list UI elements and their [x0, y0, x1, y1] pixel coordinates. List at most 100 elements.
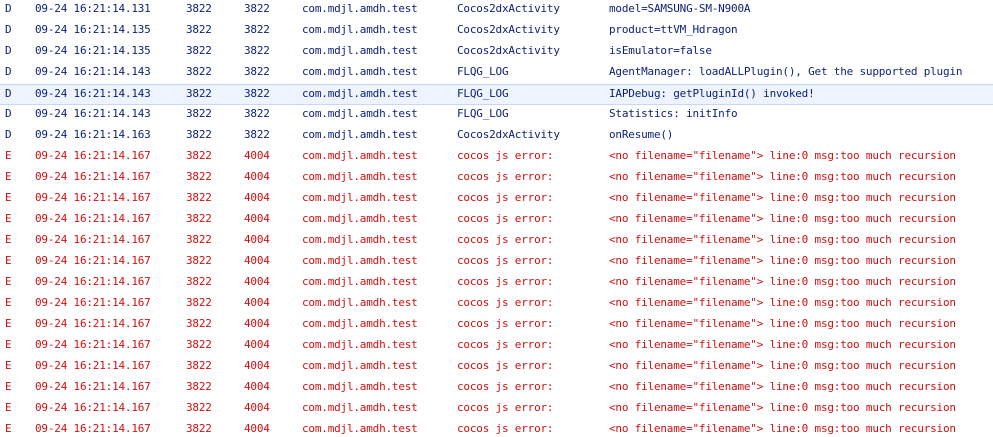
log-pid: 3822 — [186, 191, 212, 204]
log-text: <no filename="filename"> line:0 msg:too … — [609, 212, 956, 225]
log-tag: cocos js error: — [457, 422, 554, 435]
log-level: E — [5, 422, 12, 435]
log-row[interactable]: D 09-24 16:21:14.143 3822 3822 com.mdjl.amdh… — [0, 63, 993, 84]
log-pid: 3822 — [186, 23, 212, 36]
log-application: com.mdjl.amdh.test — [302, 23, 418, 36]
log-application: com.mdjl.amdh.test — [302, 170, 418, 183]
log-application: com.mdjl.amdh.test — [302, 254, 418, 267]
log-row[interactable]: D 09-24 16:21:14.143 3822 3822 com.mdjl.amdh… — [0, 105, 993, 126]
log-tid: 4004 — [244, 191, 270, 204]
log-pid: 3822 — [186, 422, 212, 435]
log-time: 09-24 16:21:14.167 — [35, 422, 151, 435]
log-tid: 3822 — [244, 107, 270, 120]
log-row[interactable]: E 09-24 16:21:14.167 3822 4004 com.mdjl.amdh… — [0, 189, 993, 210]
log-row-selected[interactable]: D 09-24 16:21:14.143 3822 3822 com.mdjl.amdh… — [0, 84, 993, 105]
log-row[interactable]: E 09-24 16:21:14.167 3822 4004 com.mdjl.amdh… — [0, 294, 993, 315]
log-level: E — [5, 296, 12, 309]
log-pid: 3822 — [186, 254, 212, 267]
log-tid: 3822 — [244, 23, 270, 36]
log-tid: 3822 — [244, 128, 270, 141]
log-pid: 3822 — [186, 2, 212, 15]
log-time: 09-24 16:21:14.167 — [35, 233, 151, 246]
log-row[interactable]: E 09-24 16:21:14.167 3822 4004 com.mdjl.amdh… — [0, 420, 993, 437]
log-level: D — [5, 65, 12, 78]
log-row[interactable]: E 09-24 16:21:14.167 3822 4004 com.mdjl.amdh… — [0, 210, 993, 231]
log-level: E — [5, 338, 12, 351]
log-tag: cocos js error: — [457, 149, 554, 162]
log-level: E — [5, 380, 12, 393]
log-application: com.mdjl.amdh.test — [302, 128, 418, 141]
log-tid: 4004 — [244, 359, 270, 372]
log-row[interactable]: E 09-24 16:21:14.167 3822 4004 com.mdjl.amdh… — [0, 168, 993, 189]
log-tid: 4004 — [244, 422, 270, 435]
log-application: com.mdjl.amdh.test — [302, 65, 418, 78]
log-text: <no filename="filename"> line:0 msg:too … — [609, 296, 956, 309]
log-pid: 3822 — [186, 275, 212, 288]
log-row[interactable]: D 09-24 16:21:14.135 3822 3822 com.mdjl.amdh… — [0, 42, 993, 63]
log-time: 09-24 16:21:14.167 — [35, 191, 151, 204]
log-application: com.mdjl.amdh.test — [302, 359, 418, 372]
log-row[interactable]: D 09-24 16:21:14.131 3822 3822 com.mdjl.amdh… — [0, 0, 993, 21]
log-text: <no filename="filename"> line:0 msg:too … — [609, 170, 956, 183]
log-level: E — [5, 233, 12, 246]
log-tid: 3822 — [244, 65, 270, 78]
log-tid: 4004 — [244, 296, 270, 309]
log-level: E — [5, 170, 12, 183]
log-tag: Cocos2dxActivity — [457, 128, 560, 141]
log-tid: 4004 — [244, 380, 270, 393]
log-tag: cocos js error: — [457, 338, 554, 351]
log-tag: cocos js error: — [457, 170, 554, 183]
logcat-message-list[interactable]: D 09-24 16:21:14.131 3822 3822 com.mdjl.amdh… — [0, 0, 993, 437]
log-level: E — [5, 212, 12, 225]
log-tag: cocos js error: — [457, 233, 554, 246]
log-text: product=ttVM_Hdragon — [609, 23, 738, 36]
log-time: 09-24 16:21:14.167 — [35, 212, 151, 225]
log-time: 09-24 16:21:14.167 — [35, 170, 151, 183]
log-application: com.mdjl.amdh.test — [302, 317, 418, 330]
log-pid: 3822 — [186, 87, 212, 100]
log-tag: cocos js error: — [457, 296, 554, 309]
log-tid: 3822 — [244, 44, 270, 57]
log-row[interactable]: D 09-24 16:21:14.163 3822 3822 com.mdjl.amdh… — [0, 126, 993, 147]
log-level: E — [5, 359, 12, 372]
log-level: E — [5, 275, 12, 288]
log-text: onResume() — [609, 128, 674, 141]
log-tag: cocos js error: — [457, 380, 554, 393]
log-text: AgentManager: loadALLPlugin(), Get the s… — [609, 65, 963, 78]
log-row[interactable]: E 09-24 16:21:14.167 3822 4004 com.mdjl.amdh… — [0, 252, 993, 273]
log-row[interactable]: E 09-24 16:21:14.167 3822 4004 com.mdjl.amdh… — [0, 336, 993, 357]
log-row[interactable]: E 09-24 16:21:14.167 3822 4004 com.mdjl.amdh… — [0, 357, 993, 378]
log-pid: 3822 — [186, 107, 212, 120]
log-application: com.mdjl.amdh.test — [302, 380, 418, 393]
log-time: 09-24 16:21:14.167 — [35, 338, 151, 351]
log-row[interactable]: E 09-24 16:21:14.167 3822 4004 com.mdjl.amdh… — [0, 147, 993, 168]
log-text: <no filename="filename"> line:0 msg:too … — [609, 254, 956, 267]
log-row[interactable]: E 09-24 16:21:14.167 3822 4004 com.mdjl.amdh… — [0, 378, 993, 399]
log-row[interactable]: E 09-24 16:21:14.167 3822 4004 com.mdjl.amdh… — [0, 231, 993, 252]
log-row[interactable]: D 09-24 16:21:14.135 3822 3822 com.mdjl.amdh… — [0, 21, 993, 42]
log-application: com.mdjl.amdh.test — [302, 275, 418, 288]
log-text: Statistics: initInfo — [609, 107, 738, 120]
log-application: com.mdjl.amdh.test — [302, 422, 418, 435]
log-application: com.mdjl.amdh.test — [302, 149, 418, 162]
log-time: 09-24 16:21:14.143 — [35, 65, 151, 78]
log-tag: Cocos2dxActivity — [457, 44, 560, 57]
log-row[interactable]: E 09-24 16:21:14.167 3822 4004 com.mdjl.amdh… — [0, 399, 993, 420]
log-text: isEmulator=false — [609, 44, 712, 57]
log-level: E — [5, 191, 12, 204]
log-pid: 3822 — [186, 359, 212, 372]
log-row[interactable]: E 09-24 16:21:14.167 3822 4004 com.mdjl.amdh… — [0, 315, 993, 336]
log-level: E — [5, 401, 12, 414]
log-tag: cocos js error: — [457, 401, 554, 414]
log-level: D — [5, 128, 12, 141]
log-tag: cocos js error: — [457, 317, 554, 330]
log-text: <no filename="filename"> line:0 msg:too … — [609, 338, 956, 351]
log-text: <no filename="filename"> line:0 msg:too … — [609, 359, 956, 372]
log-row[interactable]: E 09-24 16:21:14.167 3822 4004 com.mdjl.amdh… — [0, 273, 993, 294]
log-pid: 3822 — [186, 380, 212, 393]
log-pid: 3822 — [186, 296, 212, 309]
log-pid: 3822 — [186, 128, 212, 141]
log-level: D — [5, 87, 12, 100]
log-time: 09-24 16:21:14.167 — [35, 149, 151, 162]
log-application: com.mdjl.amdh.test — [302, 44, 418, 57]
